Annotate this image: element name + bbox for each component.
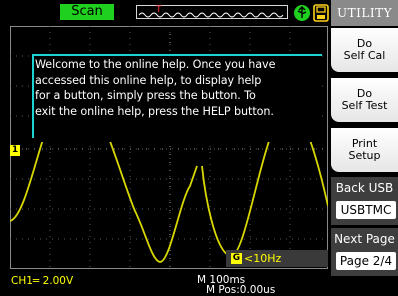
ch1-ground-marker: 1 — [10, 145, 20, 156]
back-usb-label: Back USB — [335, 181, 394, 195]
do-self-test-button[interactable]: Do Self Test — [331, 78, 398, 122]
oscilloscope-screen: Scan T Welcome to the online help. Once … — [0, 0, 398, 296]
button-label-line: Self Cal — [343, 49, 386, 62]
back-usb-value[interactable]: USBTMC — [336, 201, 396, 219]
disk-icon — [313, 4, 329, 22]
status-bar: Scan T — [0, 0, 330, 26]
button-label-line: Setup — [348, 149, 381, 162]
page-indicator[interactable]: Page 2/4 — [336, 252, 396, 270]
frequency-icon: G — [231, 253, 242, 264]
frequency-readout: <10Hz — [244, 252, 282, 265]
ch1-scale-readout: CH1═ 2.00V — [11, 275, 74, 287]
help-line: Welcome to the online help. Once you hav… — [35, 58, 276, 71]
trigger-position-marker: T — [156, 5, 162, 15]
help-message: Welcome to the online help. Once you hav… — [35, 57, 323, 119]
button-label-line: Self Test — [341, 99, 388, 112]
help-line: exit the online help, press the HELP but… — [35, 104, 274, 118]
menu-title: UTILITY — [331, 0, 398, 26]
next-page-label: Next Page — [334, 232, 395, 246]
print-setup-button[interactable]: Print Setup — [331, 128, 398, 172]
acquire-mode-badge: Scan — [60, 4, 114, 20]
horizontal-position-readout: M Pos:0.00us — [206, 284, 276, 296]
do-self-cal-button[interactable]: Do Self Cal — [331, 28, 398, 72]
help-line: for a button, simply press the button. T… — [35, 89, 256, 102]
usb-icon — [294, 5, 310, 21]
help-line: accessed this online help, to display he… — [35, 73, 262, 87]
help-popup-border — [32, 54, 34, 138]
